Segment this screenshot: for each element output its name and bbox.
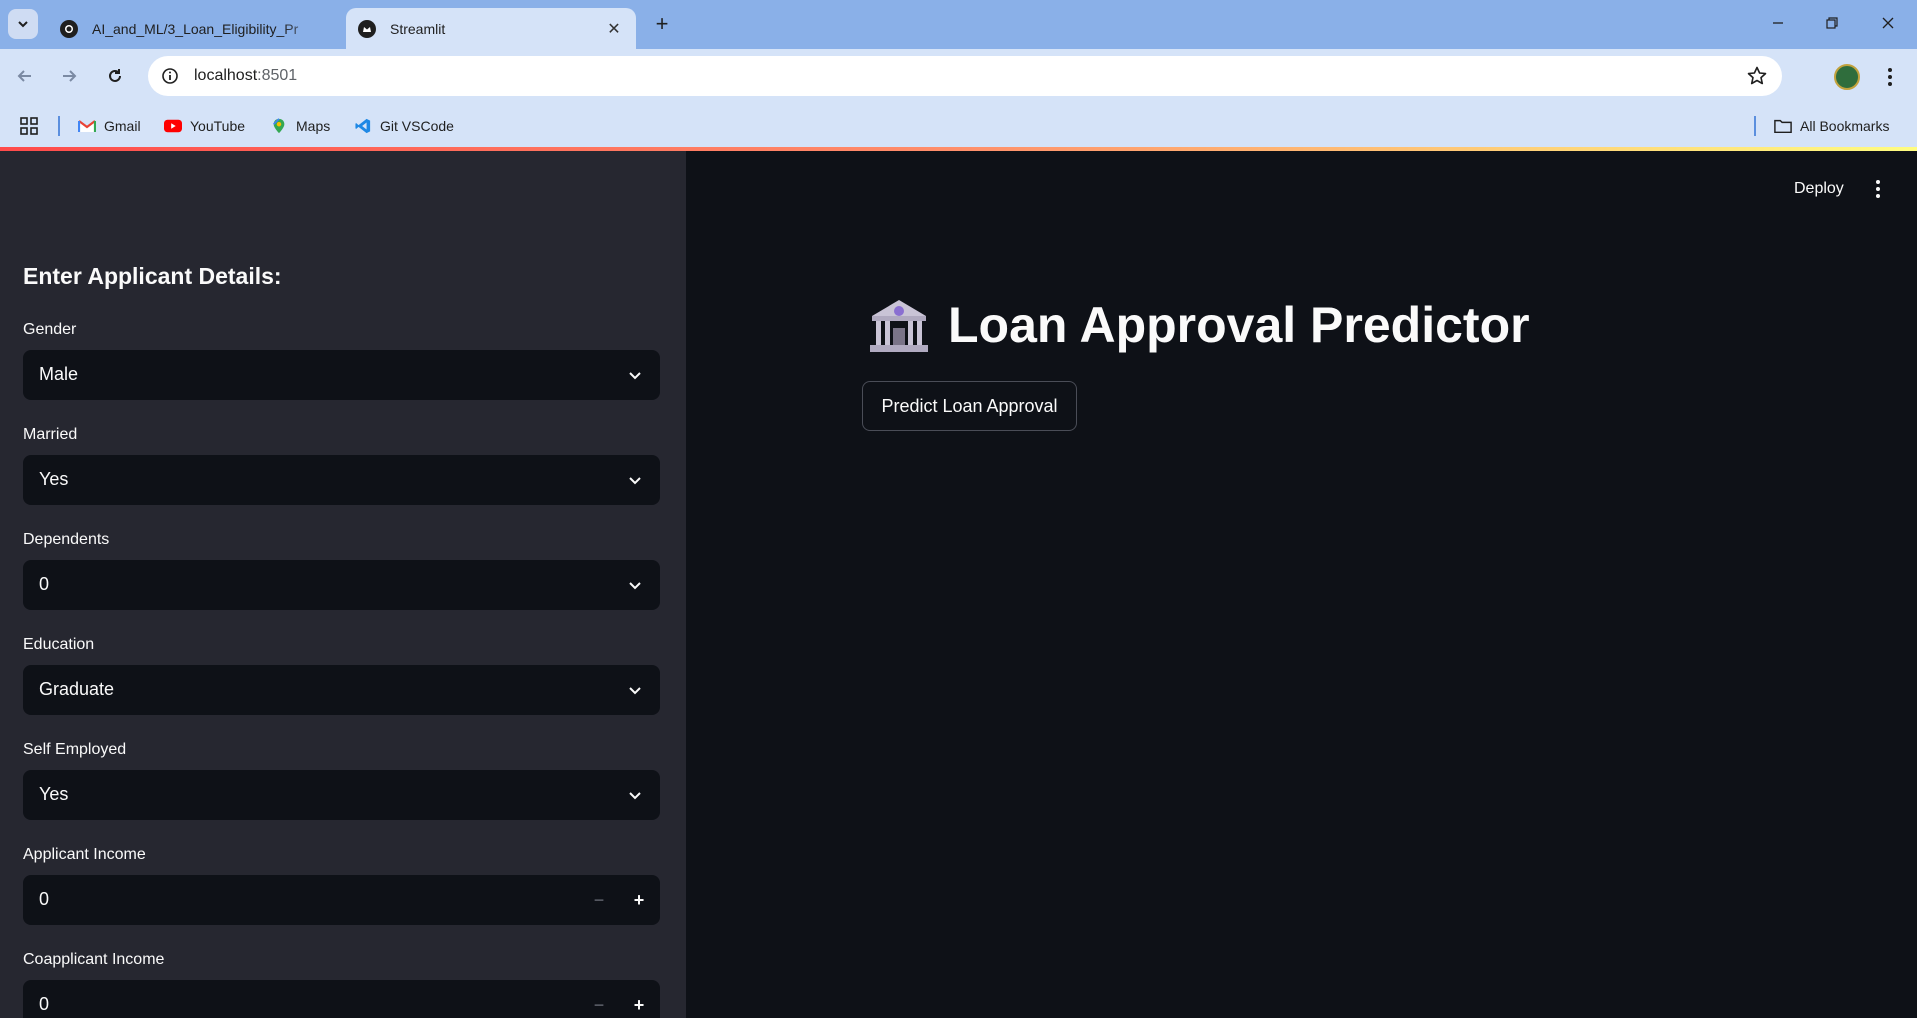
education-select[interactable]: Graduate <box>23 665 660 715</box>
reload-button[interactable] <box>100 61 130 91</box>
bookmarks-separator <box>1754 116 1756 136</box>
self-employed-label: Self Employed <box>23 741 127 758</box>
select-value: Yes <box>39 784 69 804</box>
bank-icon <box>870 300 928 352</box>
all-bookmarks-label: All Bookmarks <box>1800 118 1890 134</box>
streamlit-crown-icon <box>358 19 376 38</box>
self-employed-select[interactable]: Yes <box>23 770 660 820</box>
reload-icon <box>109 69 121 82</box>
increment-button[interactable]: + <box>626 992 652 1018</box>
bookmark-label: Git VSCode <box>380 118 454 134</box>
coapplicant-income-label: Coapplicant Income <box>23 951 165 968</box>
url-port: :8501 <box>257 67 298 84</box>
dependents-select[interactable]: 0 <box>23 560 660 610</box>
tab-streamlit[interactable]: Streamlit ✕ <box>346 8 636 49</box>
minimize-button[interactable] <box>1758 8 1798 38</box>
site-info-icon[interactable] <box>158 64 182 88</box>
deploy-button[interactable]: Deploy <box>1778 172 1860 206</box>
youtube-icon <box>164 119 182 133</box>
browser-menu-icon[interactable] <box>1880 64 1900 90</box>
gender-select[interactable]: Male <box>23 350 660 400</box>
gender-label: Gender <box>23 321 77 338</box>
app-menu-icon[interactable] <box>1866 177 1890 201</box>
browser-tab-bar: AI_and_ML/3_Loan_Eligibility_Pr Streamli… <box>0 0 1917 49</box>
maps-icon <box>273 118 285 134</box>
married-select[interactable]: Yes <box>23 455 660 505</box>
sidebar-header: Enter Applicant Details: <box>23 263 282 289</box>
browser-toolbar: localhost:8501 <box>0 49 1917 104</box>
bookmark-label: Gmail <box>104 118 141 134</box>
close-icon <box>1882 17 1894 29</box>
restore-icon <box>1826 17 1838 29</box>
chevron-down-icon <box>629 582 641 590</box>
number-value: 0 <box>39 889 50 909</box>
address-bar[interactable]: localhost:8501 <box>148 56 1782 96</box>
forward-button[interactable] <box>54 61 84 91</box>
bookmarks-separator <box>58 116 60 136</box>
applicant-income-input[interactable]: 0 − + <box>23 875 660 925</box>
bookmark-gmail[interactable]: Gmail <box>78 115 141 137</box>
back-button[interactable] <box>10 61 40 91</box>
url-text: localhost:8501 <box>194 67 297 85</box>
chevron-down-icon <box>629 792 641 800</box>
url-host: localhost <box>194 67 258 84</box>
profile-avatar[interactable] <box>1834 64 1860 90</box>
bookmark-star-icon[interactable] <box>1746 65 1768 92</box>
applicant-income-label: Applicant Income <box>23 846 146 863</box>
select-value: Yes <box>39 469 69 489</box>
tab-github[interactable]: AI_and_ML/3_Loan_Eligibility_Pr <box>48 8 340 49</box>
education-label: Education <box>23 636 95 653</box>
close-tab-icon[interactable]: ✕ <box>604 19 624 39</box>
arrow-left-icon <box>17 70 31 82</box>
all-bookmarks-button[interactable]: All Bookmarks <box>1774 115 1889 137</box>
bookmarks-bar: Gmail YouTube Maps Git VSCode All Bookma… <box>0 104 1917 147</box>
bookmark-git-vscode[interactable]: Git VSCode <box>354 115 454 137</box>
bookmark-maps[interactable]: Maps <box>270 115 330 137</box>
github-icon <box>60 19 78 38</box>
chevron-down-icon <box>629 477 641 485</box>
number-value: 0 <box>39 994 50 1014</box>
new-tab-button[interactable]: + <box>650 12 674 36</box>
decrement-button[interactable]: − <box>586 992 612 1018</box>
apps-grid-icon[interactable] <box>20 115 38 137</box>
select-value: 0 <box>39 574 50 594</box>
bookmark-label: YouTube <box>190 118 246 134</box>
bookmark-youtube[interactable]: YouTube <box>164 115 245 137</box>
coapplicant-income-input[interactable]: 0 − + <box>23 980 660 1018</box>
bookmark-label: Maps <box>296 118 331 134</box>
married-label: Married <box>23 426 78 443</box>
chevron-down-icon <box>629 687 641 695</box>
vscode-icon <box>355 118 371 134</box>
sidebar: Enter Applicant Details: Gender Male Mar… <box>0 151 686 1018</box>
chevron-down-icon <box>18 21 28 28</box>
tab-search-button[interactable] <box>8 9 38 39</box>
select-value: Male <box>39 364 79 384</box>
arrow-right-icon <box>63 70 77 82</box>
tab-title: Streamlit <box>390 20 446 37</box>
title-text: Loan Approval Predictor <box>948 297 1530 353</box>
minimize-icon <box>1773 22 1783 24</box>
gmail-icon <box>78 120 96 132</box>
dependents-label: Dependents <box>23 531 110 548</box>
decrement-button[interactable]: − <box>586 887 612 913</box>
predict-loan-approval-button[interactable]: Predict Loan Approval <box>862 381 1077 431</box>
page-title: Loan Approval Predictor <box>868 290 1530 360</box>
select-value: Graduate <box>39 679 115 699</box>
folder-icon <box>1774 119 1792 134</box>
close-window-button[interactable] <box>1868 8 1908 38</box>
tab-title: AI_and_ML/3_Loan_Eligibility_Pr <box>92 20 299 37</box>
chevron-down-icon <box>629 372 641 380</box>
increment-button[interactable]: + <box>626 887 652 913</box>
restore-button[interactable] <box>1812 8 1852 38</box>
